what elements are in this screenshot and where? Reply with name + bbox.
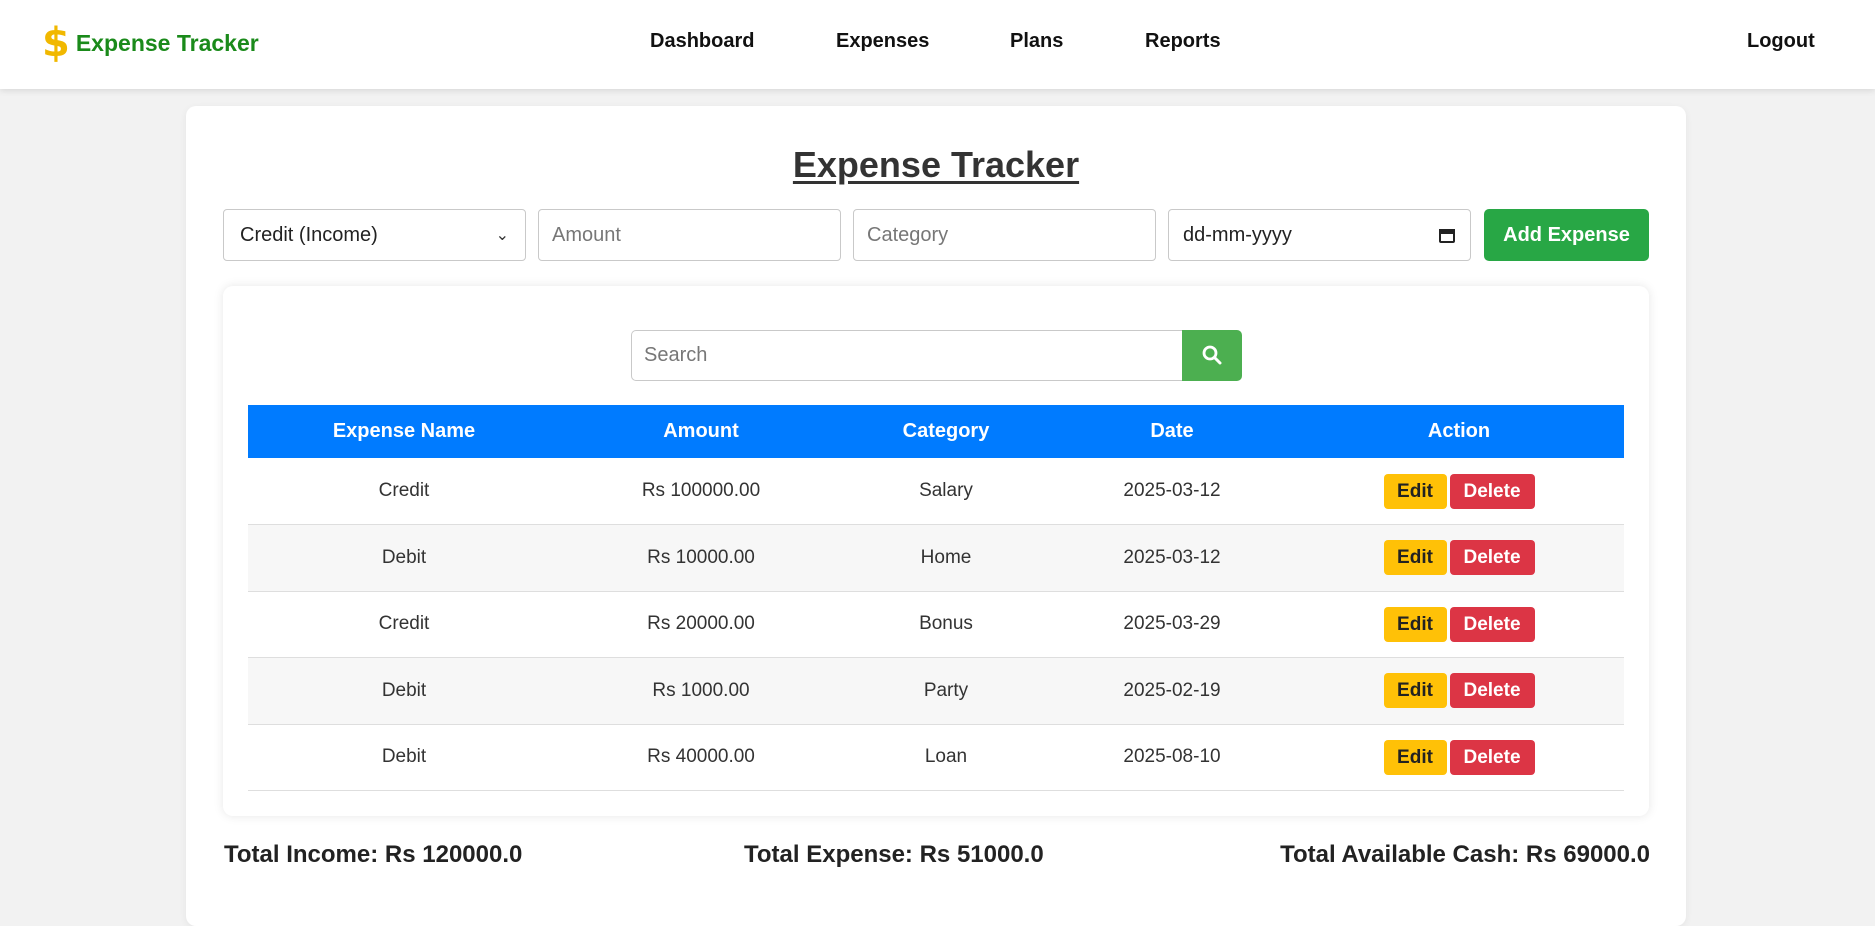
delete-button[interactable]: Delete: [1449, 739, 1535, 775]
nav-plans[interactable]: Plans: [1010, 30, 1063, 53]
cell-action: Edit Delete: [1294, 524, 1624, 592]
add-expense-form: Credit (Income) ⌄ dd-mm-yyyy Add Expense: [223, 209, 1649, 261]
search-input[interactable]: [631, 330, 1182, 381]
nav-dashboard[interactable]: Dashboard: [650, 30, 754, 53]
cell-name: Debit: [248, 724, 560, 791]
expenses-panel: Expense Name Amount Category Date Action…: [223, 286, 1649, 816]
cell-amount: Rs 1000.00: [560, 657, 842, 725]
cell-action: Edit Delete: [1294, 657, 1624, 725]
cell-amount: Rs 100000.00: [560, 458, 842, 525]
edit-button[interactable]: Edit: [1383, 473, 1447, 509]
table-row: Credit Rs 100000.00 Salary 2025-03-12 Ed…: [248, 458, 1624, 525]
logout-link[interactable]: Logout: [1747, 30, 1815, 53]
delete-button[interactable]: Delete: [1449, 606, 1535, 642]
main-card: Expense Tracker Credit (Income) ⌄ dd-mm-…: [186, 106, 1686, 926]
header-expense-name: Expense Name: [248, 405, 560, 458]
delete-button[interactable]: Delete: [1449, 673, 1535, 709]
page-title: Expense Tracker: [792, 144, 1080, 185]
cell-amount: Rs 40000.00: [560, 724, 842, 791]
cell-action: Edit Delete: [1294, 724, 1624, 791]
search-icon: [1202, 345, 1222, 365]
cell-category: Bonus: [842, 591, 1050, 658]
amount-input[interactable]: [538, 209, 841, 261]
cell-name: Credit: [248, 458, 560, 525]
type-select[interactable]: Credit (Income) ⌄: [223, 209, 526, 261]
category-input[interactable]: [853, 209, 1156, 261]
brand[interactable]: $ Expense Tracker: [42, 22, 259, 64]
table-row: Debit Rs 1000.00 Party 2025-02-19 Edit De…: [248, 657, 1624, 725]
cell-amount: Rs 20000.00: [560, 591, 842, 658]
table-header-row: Expense Name Amount Category Date Action: [248, 405, 1624, 458]
cell-action: Edit Delete: [1294, 458, 1624, 525]
header-date: Date: [1050, 405, 1294, 458]
cell-date: 2025-03-29: [1050, 591, 1294, 658]
expenses-table: Expense Name Amount Category Date Action…: [248, 405, 1624, 791]
dollar-sign-icon: $: [42, 20, 70, 66]
cell-date: 2025-02-19: [1050, 657, 1294, 725]
chevron-down-icon: ⌄: [495, 227, 509, 244]
cell-name: Credit: [248, 591, 560, 658]
totals-row: Total Income: Rs 120000.0 Total Expense:…: [224, 841, 1650, 875]
cell-amount: Rs 10000.00: [560, 524, 842, 592]
table-row: Debit Rs 40000.00 Loan 2025-08-10 Edit De…: [248, 724, 1624, 791]
cell-name: Debit: [248, 524, 560, 592]
header-category: Category: [842, 405, 1050, 458]
header-amount: Amount: [560, 405, 842, 458]
add-expense-button[interactable]: Add Expense: [1484, 209, 1649, 261]
total-income: Total Income: Rs 120000.0: [224, 841, 523, 868]
cell-category: Home: [842, 524, 1050, 592]
edit-button[interactable]: Edit: [1383, 739, 1447, 775]
table-row: Debit Rs 10000.00 Home 2025-03-12 Edit De…: [248, 524, 1624, 592]
edit-button[interactable]: Edit: [1383, 673, 1447, 709]
cell-date: 2025-03-12: [1050, 458, 1294, 525]
delete-button[interactable]: Delete: [1449, 473, 1535, 509]
search-button[interactable]: [1182, 330, 1242, 381]
brand-label: Expense Tracker: [75, 29, 259, 56]
cell-date: 2025-03-12: [1050, 524, 1294, 592]
date-input[interactable]: dd-mm-yyyy: [1168, 209, 1471, 261]
cell-category: Loan: [842, 724, 1050, 791]
header-action: Action: [1294, 405, 1624, 458]
cell-date: 2025-08-10: [1050, 724, 1294, 791]
nav-expenses[interactable]: Expenses: [836, 30, 929, 53]
table-row: Credit Rs 20000.00 Bonus 2025-03-29 Edit…: [248, 591, 1624, 658]
delete-button[interactable]: Delete: [1449, 540, 1535, 576]
cell-category: Salary: [842, 458, 1050, 525]
cell-category: Party: [842, 657, 1050, 725]
type-select-value: Credit (Income): [240, 223, 378, 246]
total-available-cash: Total Available Cash: Rs 69000.0: [1280, 841, 1650, 868]
cell-action: Edit Delete: [1294, 591, 1624, 658]
total-expense: Total Expense: Rs 51000.0: [744, 841, 1044, 868]
edit-button[interactable]: Edit: [1383, 606, 1447, 642]
nav-reports[interactable]: Reports: [1145, 30, 1221, 53]
cell-name: Debit: [248, 657, 560, 725]
top-navbar: $ Expense Tracker Dashboard Expenses Pla…: [0, 0, 1875, 89]
date-input-value: dd-mm-yyyy: [1183, 223, 1292, 246]
edit-button[interactable]: Edit: [1383, 540, 1447, 576]
calendar-icon[interactable]: [1438, 226, 1456, 244]
